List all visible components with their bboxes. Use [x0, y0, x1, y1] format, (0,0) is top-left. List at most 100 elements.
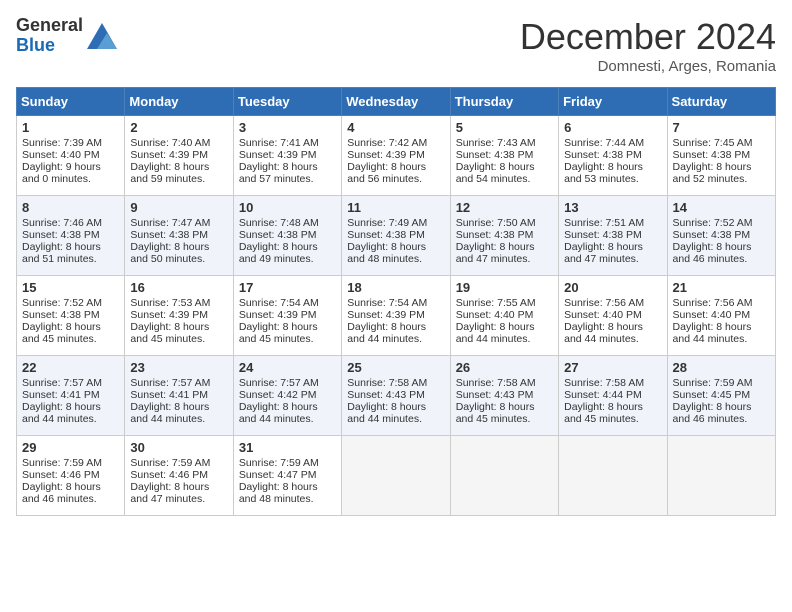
sunset-label: Sunset: 4:38 PM: [130, 229, 208, 241]
day-number: 28: [673, 360, 770, 375]
sunrise-label: Sunrise: 7:51 AM: [564, 217, 644, 229]
sunrise-label: Sunrise: 7:47 AM: [130, 217, 210, 229]
calendar-cell: 5 Sunrise: 7:43 AM Sunset: 4:38 PM Dayli…: [450, 116, 558, 196]
calendar-cell: 12 Sunrise: 7:50 AM Sunset: 4:38 PM Dayl…: [450, 196, 558, 276]
sunset-label: Sunset: 4:41 PM: [22, 389, 100, 401]
sunrise-label: Sunrise: 7:42 AM: [347, 137, 427, 149]
sunset-label: Sunset: 4:40 PM: [22, 149, 100, 161]
title-area: December 2024 Domnesti, Arges, Romania: [520, 16, 776, 75]
logo-icon: [87, 23, 117, 49]
calendar-cell: 13 Sunrise: 7:51 AM Sunset: 4:38 PM Dayl…: [559, 196, 667, 276]
month-title: December 2024: [520, 16, 776, 58]
calendar-cell: 16 Sunrise: 7:53 AM Sunset: 4:39 PM Dayl…: [125, 276, 233, 356]
th-saturday: Saturday: [667, 88, 775, 116]
day-number: 20: [564, 280, 661, 295]
daylight-label: Daylight: 8 hours and 45 minutes.: [22, 321, 101, 345]
sunset-label: Sunset: 4:38 PM: [239, 229, 317, 241]
calendar-cell: [559, 436, 667, 516]
day-number: 22: [22, 360, 119, 375]
day-number: 30: [130, 440, 227, 455]
sunrise-label: Sunrise: 7:58 AM: [347, 377, 427, 389]
daylight-label: Daylight: 8 hours and 44 minutes.: [347, 321, 426, 345]
sunrise-label: Sunrise: 7:56 AM: [564, 297, 644, 309]
calendar-cell: 23 Sunrise: 7:57 AM Sunset: 4:41 PM Dayl…: [125, 356, 233, 436]
day-number: 8: [22, 200, 119, 215]
daylight-label: Daylight: 8 hours and 44 minutes.: [130, 401, 209, 425]
calendar-cell: 11 Sunrise: 7:49 AM Sunset: 4:38 PM Dayl…: [342, 196, 450, 276]
calendar-cell: 24 Sunrise: 7:57 AM Sunset: 4:42 PM Dayl…: [233, 356, 341, 436]
calendar-row-5: 29 Sunrise: 7:59 AM Sunset: 4:46 PM Dayl…: [17, 436, 776, 516]
sunset-label: Sunset: 4:38 PM: [564, 149, 642, 161]
daylight-label: Daylight: 8 hours and 45 minutes.: [130, 321, 209, 345]
th-thursday: Thursday: [450, 88, 558, 116]
calendar-cell: 18 Sunrise: 7:54 AM Sunset: 4:39 PM Dayl…: [342, 276, 450, 356]
day-number: 18: [347, 280, 444, 295]
sunrise-label: Sunrise: 7:50 AM: [456, 217, 536, 229]
sunrise-label: Sunrise: 7:59 AM: [673, 377, 753, 389]
sunrise-label: Sunrise: 7:56 AM: [673, 297, 753, 309]
daylight-label: Daylight: 8 hours and 46 minutes.: [673, 241, 752, 265]
calendar-cell: 30 Sunrise: 7:59 AM Sunset: 4:46 PM Dayl…: [125, 436, 233, 516]
sunset-label: Sunset: 4:38 PM: [456, 229, 534, 241]
logo: General Blue: [16, 16, 117, 56]
calendar-cell: [667, 436, 775, 516]
daylight-label: Daylight: 8 hours and 57 minutes.: [239, 161, 318, 185]
daylight-label: Daylight: 8 hours and 44 minutes.: [22, 401, 101, 425]
day-number: 23: [130, 360, 227, 375]
sunset-label: Sunset: 4:44 PM: [564, 389, 642, 401]
daylight-label: Daylight: 8 hours and 45 minutes.: [456, 401, 535, 425]
sunrise-label: Sunrise: 7:59 AM: [239, 457, 319, 469]
sunrise-label: Sunrise: 7:52 AM: [673, 217, 753, 229]
sunrise-label: Sunrise: 7:52 AM: [22, 297, 102, 309]
daylight-label: Daylight: 8 hours and 47 minutes.: [130, 481, 209, 505]
th-friday: Friday: [559, 88, 667, 116]
day-number: 26: [456, 360, 553, 375]
day-number: 31: [239, 440, 336, 455]
day-number: 27: [564, 360, 661, 375]
sunrise-label: Sunrise: 7:57 AM: [22, 377, 102, 389]
logo-blue-text: Blue: [16, 35, 55, 55]
daylight-label: Daylight: 8 hours and 56 minutes.: [347, 161, 426, 185]
header-row: Sunday Monday Tuesday Wednesday Thursday…: [17, 88, 776, 116]
sunset-label: Sunset: 4:38 PM: [564, 229, 642, 241]
sunrise-label: Sunrise: 7:58 AM: [564, 377, 644, 389]
sunset-label: Sunset: 4:39 PM: [347, 309, 425, 321]
sunset-label: Sunset: 4:38 PM: [456, 149, 534, 161]
calendar-body: 1 Sunrise: 7:39 AM Sunset: 4:40 PM Dayli…: [17, 116, 776, 516]
location-subtitle: Domnesti, Arges, Romania: [520, 58, 776, 75]
sunset-label: Sunset: 4:39 PM: [130, 309, 208, 321]
sunset-label: Sunset: 4:40 PM: [673, 309, 751, 321]
calendar-row-3: 15 Sunrise: 7:52 AM Sunset: 4:38 PM Dayl…: [17, 276, 776, 356]
sunrise-label: Sunrise: 7:41 AM: [239, 137, 319, 149]
calendar-cell: 21 Sunrise: 7:56 AM Sunset: 4:40 PM Dayl…: [667, 276, 775, 356]
sunrise-label: Sunrise: 7:54 AM: [347, 297, 427, 309]
day-number: 21: [673, 280, 770, 295]
calendar-cell: 7 Sunrise: 7:45 AM Sunset: 4:38 PM Dayli…: [667, 116, 775, 196]
calendar-cell: 29 Sunrise: 7:59 AM Sunset: 4:46 PM Dayl…: [17, 436, 125, 516]
sunset-label: Sunset: 4:39 PM: [239, 309, 317, 321]
calendar-cell: 27 Sunrise: 7:58 AM Sunset: 4:44 PM Dayl…: [559, 356, 667, 436]
calendar-cell: 15 Sunrise: 7:52 AM Sunset: 4:38 PM Dayl…: [17, 276, 125, 356]
daylight-label: Daylight: 8 hours and 45 minutes.: [239, 321, 318, 345]
daylight-label: Daylight: 8 hours and 44 minutes.: [347, 401, 426, 425]
sunrise-label: Sunrise: 7:59 AM: [130, 457, 210, 469]
calendar-cell: [342, 436, 450, 516]
daylight-label: Daylight: 8 hours and 47 minutes.: [564, 241, 643, 265]
sunrise-label: Sunrise: 7:44 AM: [564, 137, 644, 149]
th-wednesday: Wednesday: [342, 88, 450, 116]
sunset-label: Sunset: 4:45 PM: [673, 389, 751, 401]
sunset-label: Sunset: 4:38 PM: [673, 229, 751, 241]
daylight-label: Daylight: 8 hours and 44 minutes.: [564, 321, 643, 345]
header: General Blue December 2024 Domnesti, Arg…: [16, 16, 776, 75]
day-number: 4: [347, 120, 444, 135]
sunset-label: Sunset: 4:46 PM: [22, 469, 100, 481]
calendar-cell: 31 Sunrise: 7:59 AM Sunset: 4:47 PM Dayl…: [233, 436, 341, 516]
daylight-label: Daylight: 8 hours and 48 minutes.: [347, 241, 426, 265]
calendar-row-4: 22 Sunrise: 7:57 AM Sunset: 4:41 PM Dayl…: [17, 356, 776, 436]
logo-general-text: General: [16, 15, 83, 35]
sunrise-label: Sunrise: 7:40 AM: [130, 137, 210, 149]
daylight-label: Daylight: 8 hours and 59 minutes.: [130, 161, 209, 185]
sunrise-label: Sunrise: 7:43 AM: [456, 137, 536, 149]
sunset-label: Sunset: 4:41 PM: [130, 389, 208, 401]
sunset-label: Sunset: 4:43 PM: [347, 389, 425, 401]
